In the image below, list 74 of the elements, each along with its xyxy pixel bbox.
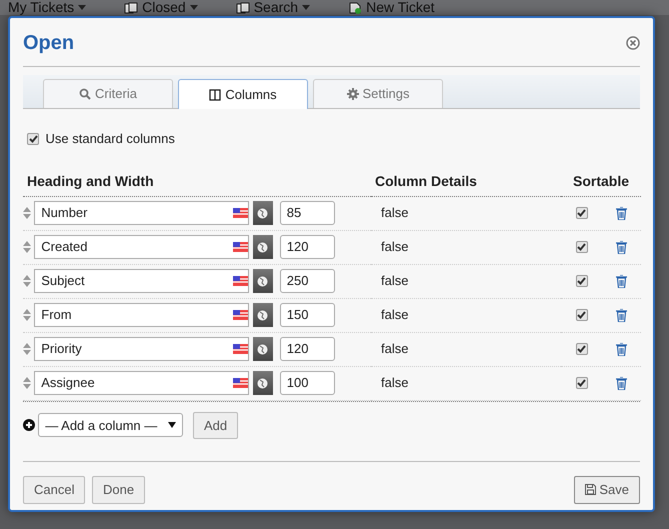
- checkbox-label: Use standard columns: [46, 130, 175, 148]
- checkbox[interactable]: [27, 132, 39, 145]
- language-button[interactable]: [252, 269, 272, 293]
- sort-handle-icon: [23, 343, 31, 355]
- column-details-text: false: [381, 272, 408, 290]
- width-field[interactable]: 150: [280, 303, 335, 327]
- caret-icon: [168, 422, 176, 428]
- column-header: Column Details: [371, 166, 561, 196]
- tab[interactable]: Criteria: [43, 79, 173, 108]
- heading-field[interactable]: Subject: [34, 269, 250, 293]
- folders-icon: [236, 2, 250, 14]
- add-icon: [23, 419, 35, 432]
- heading-field[interactable]: Assignee: [34, 371, 250, 395]
- columns-icon: [209, 88, 222, 100]
- language-button[interactable]: [252, 337, 272, 361]
- dialog-title: Open: [23, 31, 74, 56]
- language-button[interactable]: [252, 201, 272, 225]
- caret-icon: [302, 5, 310, 10]
- column-details-text: false: [381, 340, 408, 358]
- sortable-checkbox[interactable]: [576, 241, 588, 253]
- sortable-checkbox[interactable]: [576, 343, 588, 355]
- width-field[interactable]: 120: [280, 337, 335, 361]
- tab[interactable]: Settings: [313, 79, 443, 108]
- column-details-text: false: [381, 238, 408, 256]
- heading-field[interactable]: Number: [34, 201, 250, 225]
- column-details-text: false: [381, 204, 408, 222]
- trash-icon[interactable]: [616, 206, 626, 220]
- gear-icon: [346, 88, 358, 100]
- sortable-checkbox[interactable]: [576, 207, 588, 219]
- folders-icon: [124, 2, 138, 14]
- heading-field[interactable]: From: [34, 303, 250, 327]
- width-field[interactable]: 120: [280, 235, 335, 259]
- flag-icon: [233, 208, 248, 218]
- caret-icon: [78, 5, 86, 10]
- trash-icon[interactable]: [616, 274, 626, 288]
- column-details-text: false: [381, 306, 408, 324]
- sort-handle-icon: [23, 309, 31, 321]
- flag-icon: [233, 276, 248, 286]
- heading-field[interactable]: Priority: [34, 337, 250, 361]
- close-icon: [626, 36, 640, 50]
- footer-button[interactable]: Done: [92, 476, 146, 504]
- sort-handle-icon: [23, 377, 31, 389]
- width-field[interactable]: 100: [280, 371, 335, 395]
- sortable-checkbox[interactable]: [576, 377, 588, 389]
- document-add-icon: [348, 2, 362, 14]
- language-button[interactable]: [252, 303, 272, 327]
- language-button[interactable]: [252, 371, 272, 395]
- flag-icon: [233, 310, 248, 320]
- width-field[interactable]: 250: [280, 269, 335, 293]
- column-header: Sortable: [561, 166, 641, 196]
- flag-icon: [233, 378, 248, 388]
- search-icon: [79, 88, 92, 100]
- heading-field[interactable]: Created: [34, 235, 250, 259]
- sortable-checkbox[interactable]: [576, 275, 588, 287]
- flag-icon: [233, 344, 248, 354]
- save-button[interactable]: Save: [574, 476, 640, 504]
- column-header: Heading and Width: [23, 166, 371, 196]
- tab[interactable]: Columns: [178, 79, 308, 109]
- caret-icon: [190, 5, 198, 10]
- trash-icon[interactable]: [616, 240, 626, 254]
- footer-button[interactable]: Cancel: [23, 476, 86, 504]
- sort-handle-icon: [23, 207, 31, 219]
- trash-icon[interactable]: [616, 308, 626, 322]
- column-select[interactable]: — Add a column —: [38, 413, 184, 438]
- flag-icon: [233, 242, 248, 252]
- trash-icon[interactable]: [616, 342, 626, 356]
- sortable-checkbox[interactable]: [576, 309, 588, 321]
- column-details-text: false: [381, 374, 408, 392]
- sort-handle-icon: [23, 241, 31, 253]
- add-button[interactable]: Add: [193, 412, 238, 439]
- trash-icon[interactable]: [616, 376, 626, 390]
- sort-handle-icon: [23, 275, 31, 287]
- width-field[interactable]: 85: [280, 201, 335, 225]
- language-button[interactable]: [252, 235, 272, 259]
